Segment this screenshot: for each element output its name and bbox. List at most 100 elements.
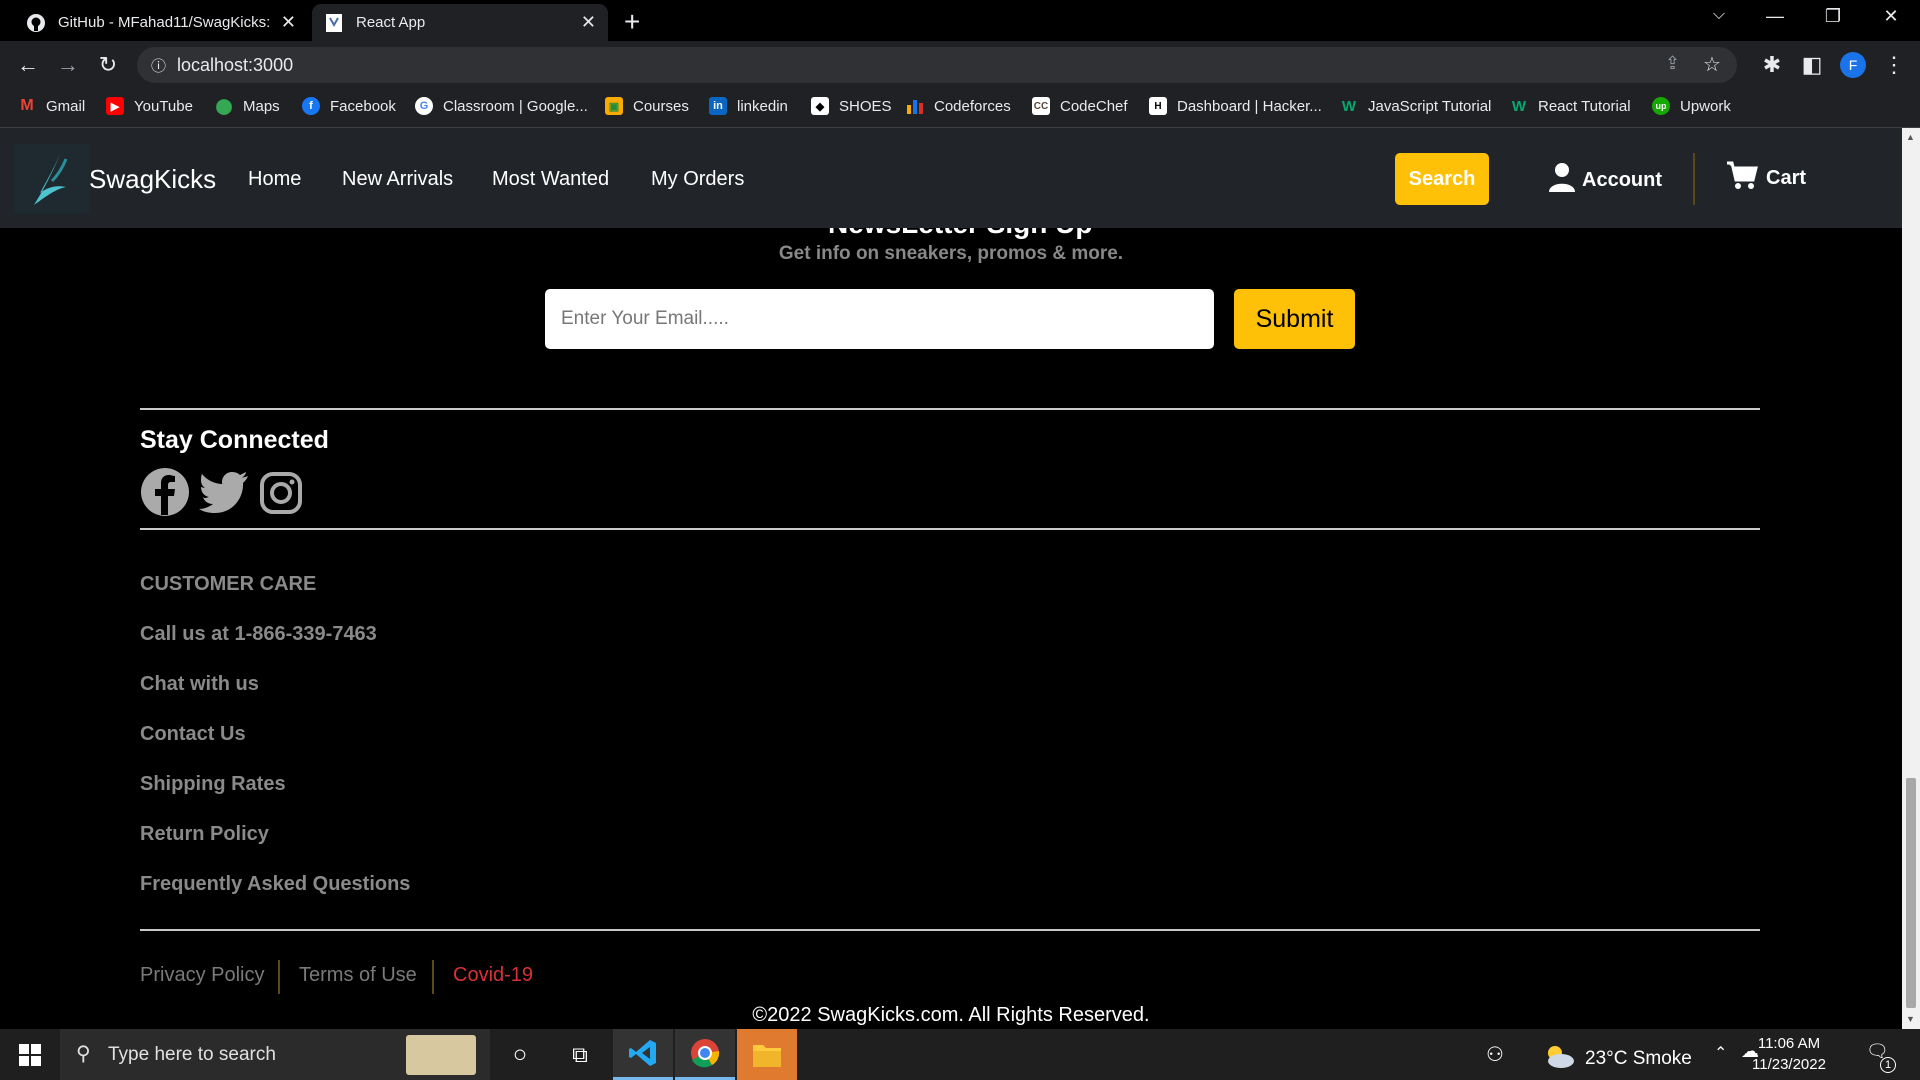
call-us-link[interactable]: Call us at 1-866-339-7463 — [140, 623, 377, 646]
bookmark-maps[interactable]: ⬤ Maps — [215, 97, 280, 116]
divider — [140, 528, 1760, 530]
weather-widget[interactable]: 23°C Smoke — [1543, 1043, 1692, 1075]
facebook-icon: f — [302, 97, 320, 115]
bookmark-javascript-tutorial[interactable]: W JavaScript Tutorial — [1340, 97, 1491, 115]
bookmark-codeforces[interactable]: Codeforces — [906, 97, 1011, 115]
email-field[interactable] — [545, 289, 1214, 349]
submit-button[interactable]: Submit — [1234, 289, 1355, 349]
nav-home[interactable]: Home — [248, 168, 301, 191]
back-button[interactable]: ← — [14, 51, 42, 79]
reload-button[interactable]: ↻ — [94, 51, 122, 79]
nav-new-arrivals[interactable]: New Arrivals — [342, 168, 453, 191]
bookmark-linkedin[interactable]: in linkedin — [709, 97, 788, 115]
bookmark-youtube[interactable]: ▶ YouTube — [106, 97, 193, 115]
page-scrollbar[interactable]: ▲ ▼ — [1902, 128, 1920, 1029]
side-panel-icon[interactable]: ◧ — [1798, 51, 1826, 79]
w3-icon: W — [1341, 97, 1357, 115]
close-window-button[interactable]: ✕ — [1866, 6, 1916, 27]
linkedin-icon: in — [709, 97, 727, 115]
site-info-icon[interactable]: ⓘ — [151, 55, 166, 76]
people-icon[interactable]: ⚇ — [1486, 1042, 1504, 1067]
address-bar[interactable]: ⓘ localhost:3000 ⇪ ☆ — [137, 47, 1737, 83]
extensions-icon[interactable]: ✱ — [1758, 51, 1786, 79]
scrollbar-thumb[interactable] — [1906, 778, 1916, 1008]
bookmarks-bar: M Gmail ▶ YouTube ⬤ Maps f Facebook G Classro… — [0, 89, 1920, 128]
shipping-rates-link[interactable]: Shipping Rates — [140, 773, 286, 796]
url-text[interactable]: localhost:3000 — [177, 55, 293, 76]
weather-text: 23°C Smoke — [1585, 1048, 1692, 1069]
chat-link[interactable]: Chat with us — [140, 673, 259, 696]
nav-my-orders[interactable]: My Orders — [651, 168, 744, 191]
bookmark-courses[interactable]: ▣ Courses — [605, 97, 689, 115]
cortana-icon[interactable]: ○ — [490, 1029, 550, 1080]
bookmark-star-icon[interactable]: ☆ — [1703, 52, 1721, 77]
brand-name[interactable]: SwagKicks — [89, 164, 216, 195]
user-icon — [1548, 162, 1576, 198]
copyright-text: ©2022 SwagKicks.com. All Rights Reserved… — [752, 1004, 1150, 1026]
gmail-icon: M — [20, 97, 34, 114]
scroll-down-icon[interactable]: ▼ — [1906, 1014, 1915, 1024]
codeforces-icon — [906, 97, 924, 115]
nav-most-wanted[interactable]: Most Wanted — [492, 168, 609, 191]
bookmark-shoes[interactable]: ◆ SHOES — [811, 97, 892, 115]
show-hidden-icons-icon[interactable]: ⌃ — [1714, 1043, 1727, 1063]
windows-taskbar: ⚲ Type here to search ○ ⧉ ⚇ 23°C Smoke ⌃… — [0, 1029, 1920, 1080]
instagram-icon[interactable] — [259, 471, 303, 515]
file-explorer-icon[interactable] — [737, 1029, 797, 1080]
vscode-icon[interactable] — [613, 1029, 673, 1080]
minimize-button[interactable]: — — [1750, 6, 1800, 27]
tab-github[interactable]: GitHub - MFahad11/SwagKicks: M ✕ — [14, 4, 308, 41]
new-tab-button[interactable]: + — [624, 6, 640, 38]
upwork-icon: up — [1652, 97, 1670, 115]
search-button[interactable]: Search — [1395, 153, 1489, 205]
account-label: Account — [1582, 168, 1662, 191]
account-link[interactable]: Account — [1548, 162, 1662, 198]
cart-icon — [1726, 160, 1758, 196]
faq-link[interactable]: Frequently Asked Questions — [140, 873, 410, 896]
task-view-icon[interactable]: ⧉ — [550, 1029, 610, 1080]
codechef-icon: CC — [1032, 97, 1050, 115]
tab-title: GitHub - MFahad11/SwagKicks: M — [58, 14, 273, 31]
close-tab-icon[interactable]: ✕ — [281, 12, 296, 33]
terms-of-use-link[interactable]: Terms of Use — [299, 964, 417, 987]
restore-button[interactable]: ❐ — [1808, 6, 1858, 27]
browser-toolbar: ← → ↻ ⓘ localhost:3000 ⇪ ☆ ✱ ◧ F ⋮ — [0, 41, 1920, 89]
windows-start-icon[interactable] — [0, 1029, 60, 1080]
bookmark-react-tutorial[interactable]: W React Tutorial — [1510, 97, 1631, 115]
close-tab-icon[interactable]: ✕ — [581, 12, 596, 33]
chrome-icon[interactable] — [675, 1029, 735, 1080]
bookmark-upwork[interactable]: up Upwork — [1652, 97, 1731, 115]
nav-divider — [1693, 153, 1695, 205]
twitter-icon[interactable] — [198, 467, 248, 517]
taskbar-clock[interactable]: 11:06 AM 11/23/2022 — [1752, 1033, 1826, 1075]
privacy-policy-link[interactable]: Privacy Policy — [140, 964, 264, 987]
tab-search-icon[interactable]: ⌵ — [1694, 6, 1744, 24]
customer-care-heading: CUSTOMER CARE — [140, 573, 317, 595]
menu-kebab-icon[interactable]: ⋮ — [1880, 51, 1908, 79]
return-policy-link[interactable]: Return Policy — [140, 823, 269, 846]
forward-button[interactable]: → — [54, 51, 82, 79]
stay-connected-heading: Stay Connected — [140, 426, 329, 454]
bookmark-hackerrank[interactable]: H Dashboard | Hacker... — [1149, 97, 1322, 115]
tab-react-app[interactable]: React App ✕ — [312, 4, 608, 41]
clock-date: 11/23/2022 — [1752, 1056, 1826, 1073]
taskbar-search-box[interactable]: ⚲ Type here to search — [60, 1029, 490, 1080]
scroll-up-icon[interactable]: ▲ — [1906, 132, 1915, 142]
github-icon — [26, 13, 46, 33]
swagkicks-logo[interactable] — [14, 144, 90, 214]
bookmark-gmail[interactable]: M Gmail — [18, 97, 85, 115]
bookmark-classroom[interactable]: G Classroom | Google... — [415, 97, 588, 115]
tab-title: React App — [356, 14, 426, 31]
w3-icon: W — [1511, 97, 1527, 115]
bookmark-codechef[interactable]: CC CodeChef — [1032, 97, 1128, 115]
covid-link[interactable]: Covid-19 — [453, 964, 533, 987]
newsletter-subtitle: Get info on sneakers, promos & more. — [778, 243, 1124, 264]
contact-us-link[interactable]: Contact Us — [140, 723, 246, 746]
share-icon[interactable]: ⇪ — [1665, 53, 1680, 74]
google-icon: G — [415, 97, 433, 115]
cart-link[interactable]: Cart — [1726, 160, 1806, 196]
legal-divider — [278, 960, 280, 994]
bookmark-facebook[interactable]: f Facebook — [302, 97, 396, 115]
facebook-icon[interactable] — [140, 467, 190, 517]
profile-avatar[interactable]: F — [1840, 52, 1866, 78]
